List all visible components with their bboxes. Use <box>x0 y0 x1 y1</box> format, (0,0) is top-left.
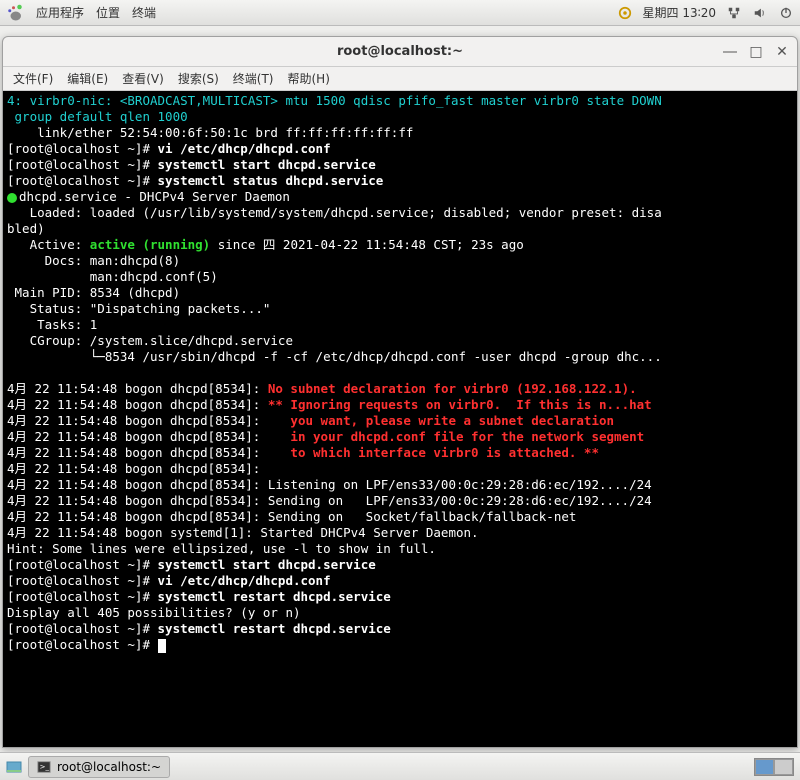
line: group default qlen 1000 <box>7 109 188 124</box>
line: Display all 405 possibilities? (y or n) <box>7 605 301 620</box>
line: dhcpd.service - DHCPv4 Server Daemon <box>19 189 290 204</box>
hint: Hint: Some lines were ellipsized, use -l… <box>7 541 436 556</box>
titlebar[interactable]: root@localhost:~ ― □ ✕ <box>3 37 797 67</box>
cmd: systemctl start dhcpd.service <box>158 557 376 572</box>
cmd: systemctl restart dhcpd.service <box>158 589 391 604</box>
clock[interactable]: 星期四 13∶20 <box>643 4 716 21</box>
gnome-icon[interactable] <box>6 4 24 22</box>
status-dot-icon <box>7 193 17 203</box>
minimize-button[interactable]: ― <box>721 43 739 61</box>
menu-view[interactable]: 查看(V) <box>122 70 164 87</box>
log: 4月 22 11:54:48 bogon dhcpd[8534]: <box>7 397 268 412</box>
err: you want, please write a subnet declarat… <box>268 413 614 428</box>
log: 4月 22 11:54:48 bogon dhcpd[8534]: Listen… <box>7 477 652 492</box>
line: man:dhcpd.conf(5) <box>7 269 218 284</box>
log: 4月 22 11:54:48 bogon dhcpd[8534]: <box>7 429 268 444</box>
prompt: [root@localhost ~]# <box>7 573 158 588</box>
menu-places[interactable]: 位置 <box>96 4 120 21</box>
menu-help[interactable]: 帮助(H) <box>288 70 330 87</box>
terminal-output[interactable]: 4: virbr0-nic: <BROADCAST,MULTICAST> mtu… <box>3 91 797 747</box>
log: 4月 22 11:54:48 bogon systemd[1]: Started… <box>7 525 479 540</box>
line: Loaded: loaded (/usr/lib/systemd/system/… <box>7 205 662 220</box>
line: 4: virbr0-nic: <BROADCAST,MULTICAST> mtu… <box>7 93 662 108</box>
cmd: vi /etc/dhcp/dhcpd.conf <box>158 141 331 156</box>
line: bled) <box>7 221 45 236</box>
cmd: systemctl restart dhcpd.service <box>158 621 391 636</box>
line: Active: <box>7 237 90 252</box>
prompt: [root@localhost ~]# <box>7 637 158 652</box>
terminal-window: root@localhost:~ ― □ ✕ 文件(F) 编辑(E) 查看(V)… <box>2 36 798 748</box>
window-title: root@localhost:~ <box>337 44 463 59</box>
log: 4月 22 11:54:48 bogon dhcpd[8534]: <box>7 381 268 396</box>
bottom-panel: >_ root@localhost:~ <box>0 752 800 780</box>
network-icon[interactable] <box>726 5 742 21</box>
taskbar-label: root@localhost:~ <box>57 760 161 774</box>
cmd: systemctl start dhcpd.service <box>158 157 376 172</box>
line: CGroup: /system.slice/dhcpd.service <box>7 333 293 348</box>
taskbar-entry-terminal[interactable]: >_ root@localhost:~ <box>28 756 170 778</box>
cmd: systemctl status dhcpd.service <box>158 173 384 188</box>
volume-icon[interactable] <box>752 5 768 21</box>
svg-text:>_: >_ <box>40 762 50 770</box>
err: in your dhcpd.conf file for the network … <box>268 429 644 444</box>
line: since 四 2021-04-22 11:54:48 CST; 23s ago <box>210 237 524 252</box>
cursor <box>158 639 166 653</box>
power-icon[interactable] <box>778 5 794 21</box>
menu-file[interactable]: 文件(F) <box>13 70 53 87</box>
line: link/ether 52:54:00:6f:50:1c brd ff:ff:f… <box>7 125 413 140</box>
menu-terminal[interactable]: 终端 <box>132 4 156 21</box>
menu-applications[interactable]: 应用程序 <box>36 4 84 21</box>
top-panel: 应用程序 位置 终端 星期四 13∶20 <box>0 0 800 26</box>
close-button[interactable]: ✕ <box>773 43 791 61</box>
prompt: [root@localhost ~]# <box>7 141 158 156</box>
workspace-switcher[interactable] <box>754 758 794 776</box>
terminal-icon: >_ <box>37 760 51 774</box>
notification-icon[interactable] <box>617 5 633 21</box>
line: Status: "Dispatching packets..." <box>7 301 270 316</box>
line: Tasks: 1 <box>7 317 97 332</box>
prompt: [root@localhost ~]# <box>7 621 158 636</box>
prompt: [root@localhost ~]# <box>7 557 158 572</box>
menu-search[interactable]: 搜索(S) <box>178 70 219 87</box>
workspace-1[interactable] <box>755 759 774 775</box>
prompt: [root@localhost ~]# <box>7 589 158 604</box>
prompt: [root@localhost ~]# <box>7 173 158 188</box>
status-active: active (running) <box>90 237 210 252</box>
log: 4月 22 11:54:48 bogon dhcpd[8534]: <box>7 445 268 460</box>
err: No subnet declaration for virbr0 (192.16… <box>268 381 637 396</box>
workspace-2[interactable] <box>774 759 793 775</box>
line: Docs: man:dhcpd(8) <box>7 253 180 268</box>
log: 4月 22 11:54:48 bogon dhcpd[8534]: <box>7 413 268 428</box>
menu-terminal[interactable]: 终端(T) <box>233 70 274 87</box>
menu-edit[interactable]: 编辑(E) <box>67 70 108 87</box>
cmd: vi /etc/dhcp/dhcpd.conf <box>158 573 331 588</box>
maximize-button[interactable]: □ <box>747 43 765 61</box>
log: 4月 22 11:54:48 bogon dhcpd[8534]: <box>7 461 268 476</box>
menubar: 文件(F) 编辑(E) 查看(V) 搜索(S) 终端(T) 帮助(H) <box>3 67 797 91</box>
show-desktop-icon[interactable] <box>6 759 22 775</box>
line: Main PID: 8534 (dhcpd) <box>7 285 180 300</box>
err: to which interface virbr0 is attached. *… <box>268 445 599 460</box>
line: └─8534 /usr/sbin/dhcpd -f -cf /etc/dhcp/… <box>7 349 662 364</box>
prompt: [root@localhost ~]# <box>7 157 158 172</box>
log: 4月 22 11:54:48 bogon dhcpd[8534]: Sendin… <box>7 509 576 524</box>
log: 4月 22 11:54:48 bogon dhcpd[8534]: Sendin… <box>7 493 652 508</box>
err: ** Ignoring requests on virbr0. If this … <box>268 397 652 412</box>
